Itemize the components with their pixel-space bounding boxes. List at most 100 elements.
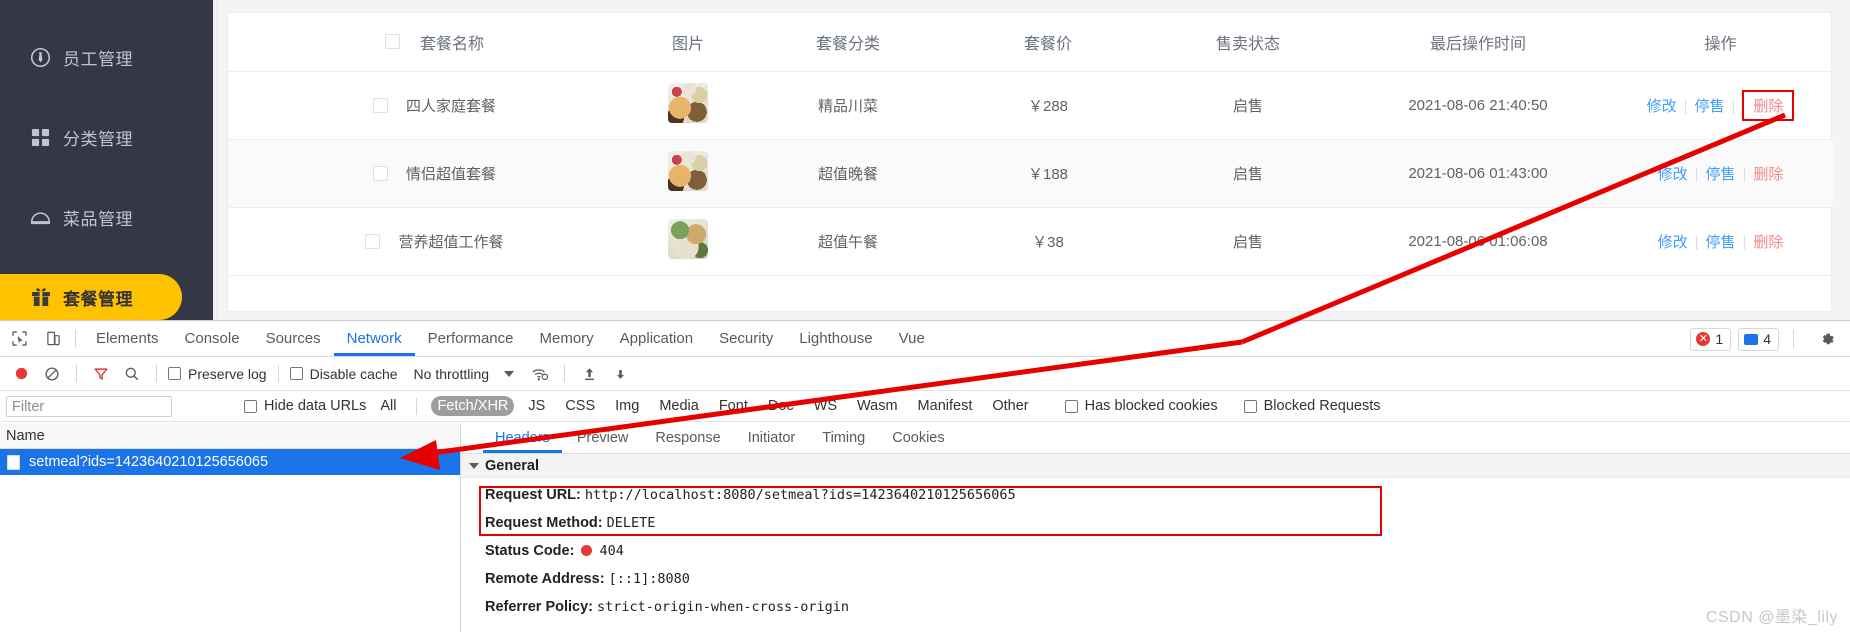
delete-link-highlight: 删除 bbox=[1742, 89, 1795, 121]
edit-link[interactable]: 修改 bbox=[1658, 166, 1688, 183]
error-count-badge[interactable]: ✕ 1 bbox=[1690, 327, 1732, 351]
field-value: strict-origin-when-cross-origin bbox=[597, 599, 849, 615]
network-conditions-icon[interactable] bbox=[527, 361, 553, 387]
filter-type-img[interactable]: Img bbox=[609, 396, 645, 416]
request-type-icon bbox=[7, 454, 20, 470]
cell-time: 2021-08-06 01:43:00 bbox=[1348, 139, 1608, 208]
status-divider bbox=[1793, 330, 1794, 348]
filter-type-doc[interactable]: Doc bbox=[762, 396, 800, 416]
setmeal-thumbnail[interactable] bbox=[668, 83, 708, 123]
cell-name: 营养超值工作餐 bbox=[228, 207, 628, 276]
delete-link[interactable]: 删除 bbox=[1753, 234, 1783, 251]
row-checkbox[interactable] bbox=[365, 233, 381, 249]
filter-type-other[interactable]: Other bbox=[986, 396, 1034, 416]
message-count: 4 bbox=[1763, 331, 1771, 347]
filter-type-media[interactable]: Media bbox=[653, 396, 705, 416]
sidebar-item-employee[interactable]: 员工管理 bbox=[0, 34, 213, 80]
col-image: 图片 bbox=[628, 13, 748, 72]
device-toolbar-icon[interactable] bbox=[38, 324, 68, 354]
cell-name: 四人家庭套餐 bbox=[228, 71, 628, 140]
field-value: [::1]:8080 bbox=[608, 571, 690, 587]
sidebar-item-dish[interactable]: 菜品管理 bbox=[0, 194, 213, 240]
stop-sale-link[interactable]: 停售 bbox=[1705, 234, 1735, 251]
sidebar-item-category[interactable]: 分类管理 bbox=[0, 114, 213, 160]
record-button-icon[interactable] bbox=[8, 361, 34, 387]
checkbox-box bbox=[168, 367, 181, 380]
cell-ops: 修改 | 停售 | 删除 bbox=[1608, 207, 1833, 276]
network-toolbar: Preserve log Disable cache No throttling bbox=[0, 357, 1850, 391]
disable-cache-checkbox[interactable]: Disable cache bbox=[289, 366, 398, 382]
detail-tab-preview[interactable]: Preview bbox=[565, 423, 641, 453]
toolbar-divider bbox=[156, 365, 157, 382]
stop-sale-link[interactable]: 停售 bbox=[1705, 166, 1735, 183]
clear-button-icon[interactable] bbox=[39, 361, 65, 387]
col-price: 套餐价 bbox=[948, 13, 1148, 72]
cell-status: 启售 bbox=[1148, 139, 1348, 208]
field-label: Request URL: bbox=[485, 487, 581, 503]
request-list-header: Name bbox=[0, 423, 460, 449]
request-list: Name setmeal?ids=1423640210125656065 bbox=[0, 423, 461, 632]
tab-memory[interactable]: Memory bbox=[527, 321, 607, 356]
detail-tab-response[interactable]: Response bbox=[643, 423, 732, 453]
edit-link[interactable]: 修改 bbox=[1647, 98, 1677, 115]
filter-input[interactable]: Filter bbox=[6, 395, 172, 417]
filter-type-fetch-xhr[interactable]: Fetch/XHR bbox=[431, 396, 515, 416]
chevron-down-icon[interactable] bbox=[504, 370, 515, 377]
import-har-icon[interactable] bbox=[576, 361, 602, 387]
ops-separator: | bbox=[1731, 97, 1736, 115]
checkbox-box bbox=[1243, 399, 1257, 413]
request-row[interactable]: setmeal?ids=1423640210125656065 bbox=[0, 449, 460, 475]
message-icon bbox=[1744, 333, 1759, 345]
delete-link[interactable]: 删除 bbox=[1753, 166, 1783, 183]
throttling-select-value[interactable]: No throttling bbox=[414, 366, 489, 382]
tab-security[interactable]: Security bbox=[706, 321, 786, 356]
tab-performance[interactable]: Performance bbox=[415, 321, 527, 356]
stop-sale-link[interactable]: 停售 bbox=[1694, 98, 1724, 115]
blocked-requests-checkbox[interactable]: Blocked Requests bbox=[1243, 398, 1381, 414]
filter-funnel-icon[interactable] bbox=[88, 361, 114, 387]
checkbox-box bbox=[1064, 399, 1078, 413]
tab-elements[interactable]: Elements bbox=[83, 321, 172, 356]
sidebar-item-setmeal[interactable]: 套餐管理 bbox=[0, 274, 182, 320]
delete-link[interactable]: 删除 bbox=[1753, 98, 1783, 115]
tab-lighthouse[interactable]: Lighthouse bbox=[786, 321, 885, 356]
setmeal-thumbnail[interactable] bbox=[668, 151, 708, 191]
setmeal-thumbnail[interactable] bbox=[668, 219, 708, 259]
hide-data-urls-checkbox[interactable]: Hide data URLs bbox=[244, 398, 366, 414]
filter-type-js[interactable]: JS bbox=[522, 396, 551, 416]
detail-tab-timing[interactable]: Timing bbox=[810, 423, 877, 453]
tab-sources[interactable]: Sources bbox=[253, 321, 334, 356]
general-field-referrer-policy: Referrer Policy: strict-origin-when-cros… bbox=[485, 599, 1850, 616]
filter-type-wasm[interactable]: Wasm bbox=[851, 396, 904, 416]
filter-type-all[interactable]: All bbox=[374, 396, 402, 416]
has-blocked-cookies-checkbox[interactable]: Has blocked cookies bbox=[1064, 398, 1218, 414]
filter-type-css[interactable]: CSS bbox=[559, 396, 601, 416]
detail-tab-initiator[interactable]: Initiator bbox=[736, 423, 808, 453]
gear-icon[interactable] bbox=[1812, 324, 1842, 354]
toolbar-divider bbox=[75, 329, 76, 348]
row-checkbox[interactable] bbox=[372, 165, 388, 181]
select-all-checkbox[interactable] bbox=[384, 34, 400, 50]
toolbar-divider bbox=[76, 365, 77, 382]
row-checkbox[interactable] bbox=[372, 97, 388, 113]
col-name: 套餐名称 bbox=[228, 13, 628, 72]
message-count-badge[interactable]: 4 bbox=[1738, 327, 1779, 351]
inspect-element-icon[interactable] bbox=[4, 324, 34, 354]
filter-type-font[interactable]: Font bbox=[713, 396, 754, 416]
admin-app-window: 员工管理 分类管理 菜品管理 套餐管理 套餐名称 图片 套餐分类 套餐价 售卖状… bbox=[0, 0, 1850, 320]
tab-vue[interactable]: Vue bbox=[886, 321, 938, 356]
search-icon[interactable] bbox=[119, 361, 145, 387]
gift-box-icon bbox=[30, 287, 51, 308]
network-body: Name setmeal?ids=1423640210125656065 Hea… bbox=[0, 423, 1850, 632]
tab-application[interactable]: Application bbox=[607, 321, 706, 356]
edit-link[interactable]: 修改 bbox=[1658, 234, 1688, 251]
filter-type-ws[interactable]: WS bbox=[808, 396, 843, 416]
tab-network[interactable]: Network bbox=[334, 321, 415, 356]
filter-type-manifest[interactable]: Manifest bbox=[912, 396, 979, 416]
general-section-header[interactable]: General bbox=[461, 454, 1850, 478]
detail-tab-cookies[interactable]: Cookies bbox=[880, 423, 956, 453]
detail-tab-headers[interactable]: Headers bbox=[483, 423, 562, 453]
preserve-log-checkbox[interactable]: Preserve log bbox=[168, 366, 267, 382]
export-har-icon[interactable] bbox=[607, 361, 633, 387]
tab-console[interactable]: Console bbox=[172, 321, 253, 356]
